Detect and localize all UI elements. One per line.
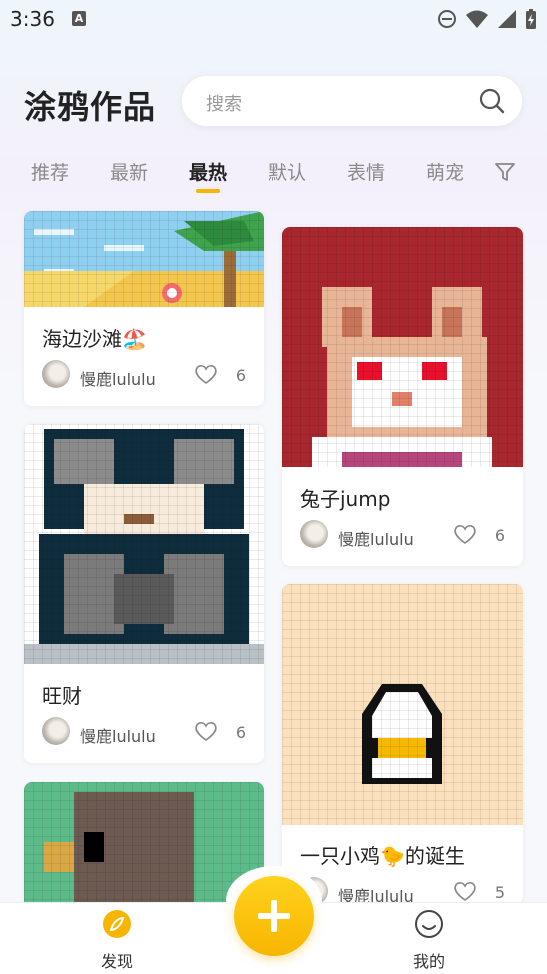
search-placeholder: 搜索 <box>206 94 242 115</box>
tab-emoji[interactable]: 表情 <box>347 158 385 185</box>
heart-icon[interactable] <box>453 523 477 545</box>
card-title: 兔子jump <box>300 487 391 511</box>
create-button[interactable] <box>234 876 314 956</box>
card-title: 海边沙滩🏖️ <box>42 327 147 351</box>
nav-discover[interactable]: 发现 <box>86 908 148 972</box>
artwork-image <box>24 211 264 307</box>
card-author: 慢鹿lululu <box>80 727 156 746</box>
pixel-grid <box>282 584 523 825</box>
artwork-card[interactable]: 海边沙滩🏖️ 慢鹿lululu 6 <box>24 211 264 406</box>
search-input[interactable]: 搜索 <box>182 76 522 126</box>
notification-icon: A <box>72 11 86 26</box>
wifi-icon <box>466 10 488 28</box>
avatar <box>42 360 70 388</box>
like-count: 5 <box>494 883 505 902</box>
avatar <box>300 520 328 548</box>
card-author: 慢鹿lululu <box>338 887 414 904</box>
artwork-image <box>282 227 523 467</box>
artwork-card[interactable]: 旺财 慢鹿lululu 6 <box>24 424 264 763</box>
dnd-icon <box>438 10 456 28</box>
artwork-image <box>24 424 264 664</box>
like-count: 6 <box>235 723 246 742</box>
smile-icon <box>415 910 443 938</box>
pixel-grid <box>282 227 523 467</box>
avatar <box>42 717 70 745</box>
artwork-card[interactable]: 兔子jump 慢鹿lululu 6 <box>282 227 523 566</box>
filter-icon[interactable] <box>493 160 517 184</box>
status-icons <box>437 8 537 30</box>
card-author: 慢鹿lululu <box>80 370 156 389</box>
pixel-grid <box>24 211 264 307</box>
like-count: 6 <box>494 526 505 545</box>
nav-discover-label: 发现 <box>100 952 133 971</box>
artwork-image <box>282 584 523 825</box>
artwork-card[interactable]: 一只小鸡🐤的诞生 慢鹿lululu 5 <box>282 584 523 904</box>
status-time: 3:36 <box>10 7 55 31</box>
heart-icon[interactable] <box>194 720 218 742</box>
tab-hottest[interactable]: 最热 <box>189 158 227 185</box>
page-title: 涂鸦作品 <box>24 88 157 126</box>
discover-icon <box>103 910 131 938</box>
pixel-grid <box>24 424 264 664</box>
heart-icon[interactable] <box>194 363 218 385</box>
nav-mine[interactable]: 我的 <box>398 908 460 972</box>
tab-default[interactable]: 默认 <box>268 158 306 185</box>
category-tabs: 推荐 最新 最热 默认 表情 萌宠 <box>0 158 547 198</box>
active-tab-indicator <box>196 189 220 193</box>
status-bar: 3:36 A <box>0 0 547 38</box>
tab-latest[interactable]: 最新 <box>110 158 148 185</box>
tab-pets[interactable]: 萌宠 <box>426 158 464 185</box>
signal-icon <box>498 10 516 28</box>
search-icon[interactable] <box>478 87 506 115</box>
battery-icon <box>526 9 536 29</box>
card-author: 慢鹿lululu <box>338 530 414 549</box>
nav-mine-label: 我的 <box>412 952 445 971</box>
like-count: 6 <box>235 366 246 385</box>
tab-recommend[interactable]: 推荐 <box>31 158 69 185</box>
card-title: 一只小鸡🐤的诞生 <box>300 844 465 868</box>
card-title: 旺财 <box>42 684 82 708</box>
heart-icon[interactable] <box>453 880 477 902</box>
